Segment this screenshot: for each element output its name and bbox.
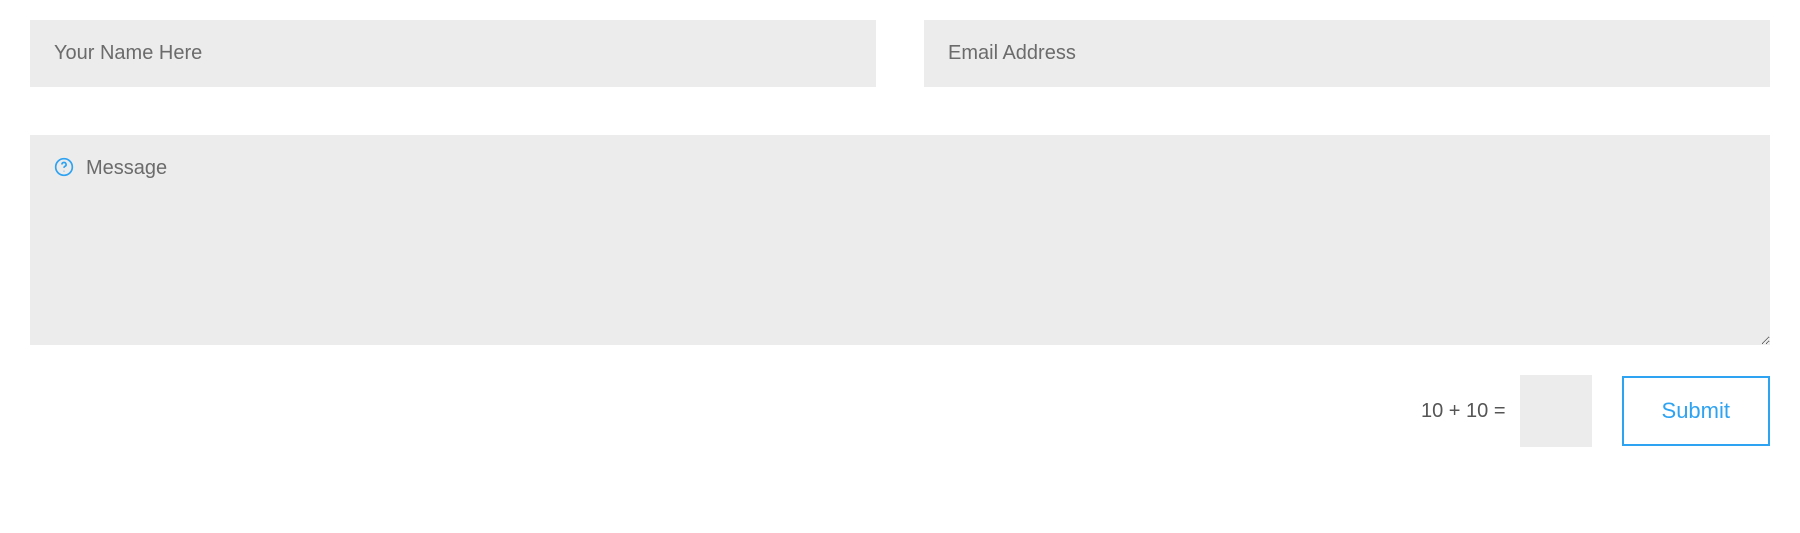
name-input[interactable]: [30, 20, 876, 87]
top-row: [30, 20, 1770, 87]
submit-button[interactable]: Submit: [1622, 376, 1770, 446]
email-input[interactable]: [924, 20, 1770, 87]
message-wrapper: [30, 135, 1770, 345]
captcha-question: 10 + 10 =: [1421, 400, 1506, 423]
contact-form: 10 + 10 = Submit: [30, 20, 1770, 447]
message-textarea[interactable]: [30, 135, 1770, 345]
bottom-row: 10 + 10 = Submit: [30, 375, 1770, 447]
captcha-input[interactable]: [1520, 375, 1592, 447]
